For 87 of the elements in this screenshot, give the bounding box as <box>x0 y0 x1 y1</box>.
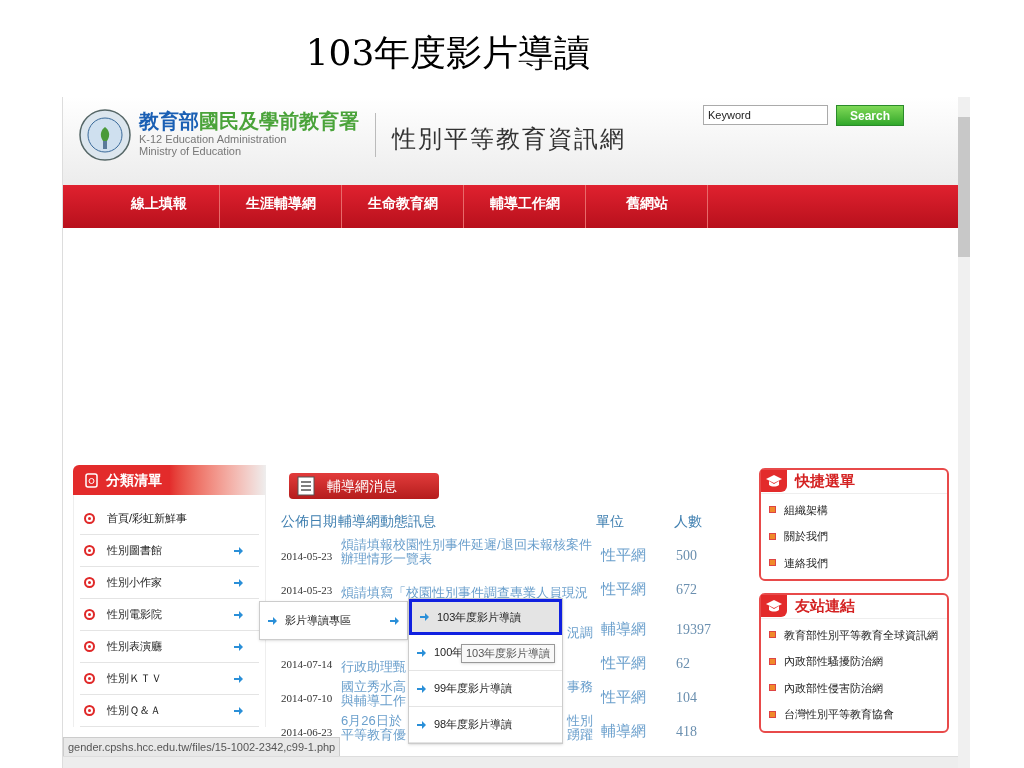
target-icon <box>84 577 95 588</box>
panel-title: 快捷選單 <box>795 471 855 491</box>
panel-link[interactable]: 內政部性騷擾防治網 <box>784 653 883 670</box>
arrow-icon <box>234 546 243 555</box>
count-cell-text: 62 <box>676 655 690 673</box>
target-icon <box>84 705 95 716</box>
unit-cell-text: 性平網 <box>601 686 647 707</box>
column-header: 輔導網動態訊息 <box>338 512 437 531</box>
nav-link[interactable]: 生命教育網 <box>342 185 464 228</box>
arrow-icon <box>417 684 426 693</box>
panel-link[interactable]: 組織架構 <box>784 501 828 518</box>
date-cell-text: 2014-07-14 <box>281 656 334 672</box>
column-header: 公佈日期 <box>281 512 338 531</box>
org-english-name: K-12 Education Administration <box>139 133 288 145</box>
tooltip: 103年度影片導讀 <box>461 644 556 663</box>
category-link[interactable]: 性別小作家 <box>107 574 234 591</box>
unit-cell-text: 輔導網 <box>601 618 647 639</box>
category-link[interactable]: 性別電影院 <box>107 606 234 623</box>
bullet-icon <box>769 710 776 718</box>
arrow-icon <box>390 616 399 625</box>
panel-link[interactable]: 連絡我們 <box>784 554 828 571</box>
slide-title: 103年度影片導讀 <box>305 30 591 75</box>
arrow-icon <box>234 706 243 715</box>
arrow-icon <box>234 642 243 651</box>
date-cell-text: 2014-05-23 <box>281 548 334 564</box>
target-icon <box>84 641 95 652</box>
date-cell-text: 2014-05-23 <box>281 582 334 598</box>
category-title: 分類清單 <box>106 470 162 490</box>
count-cell-text: 672 <box>676 581 697 599</box>
bullet-icon <box>769 684 776 692</box>
bullet-icon <box>769 559 776 567</box>
nav-link[interactable]: 線上填報 <box>98 185 220 228</box>
nav-link[interactable]: 輔導工作網 <box>464 185 586 228</box>
graduation-cap-icon <box>765 599 783 614</box>
notepad-icon <box>297 476 315 496</box>
column-header: 單位 <box>596 512 625 531</box>
org-name: 教育部國民及學前教育署 <box>139 109 359 133</box>
category-link[interactable]: 首頁/彩虹新鮮事 <box>107 510 259 527</box>
site-title: 性別平等教育資訊網 <box>392 124 626 154</box>
status-bar: gender.cpshs.hcc.edu.tw/files/15-1002-2342,c99-1.php <box>63 737 341 758</box>
count-cell-text: 418 <box>676 723 697 741</box>
panel-link[interactable]: 台灣性別平等教育協會 <box>784 706 894 723</box>
category-link[interactable]: 性別Ｑ＆Ａ <box>107 702 234 719</box>
menu-item[interactable]: 103年度影片導讀 <box>409 599 562 635</box>
category-link[interactable]: 性別圖書館 <box>107 542 234 559</box>
target-icon <box>84 609 95 620</box>
bullet-icon <box>769 657 776 665</box>
bullet-icon <box>769 532 776 540</box>
arrow-icon <box>268 616 277 625</box>
target-icon <box>84 513 95 524</box>
unit-cell-text: 性平網 <box>601 578 647 599</box>
arrow-icon <box>234 674 243 683</box>
category-link[interactable]: 性別表演廳 <box>107 638 234 655</box>
panel-link[interactable]: 教育部性別平等教育全球資訊網 <box>784 626 938 643</box>
logo-emblem <box>79 109 131 161</box>
arrow-icon <box>420 613 429 621</box>
menu-item[interactable]: 98年度影片導讀 <box>409 707 562 743</box>
count-cell-text: 19397 <box>676 621 711 639</box>
news-title: 輔導網消息 <box>327 476 397 496</box>
menu-item[interactable]: 影片導讀專區 <box>285 612 382 629</box>
keyword-field[interactable]: Keyword <box>703 105 828 125</box>
nav-link[interactable]: 生涯輔導網 <box>220 185 342 228</box>
bullet-icon <box>769 506 776 514</box>
category-link[interactable]: 性別ＫＴＶ <box>107 670 234 687</box>
target-icon <box>84 673 95 684</box>
unit-cell-text: 性平網 <box>601 544 647 565</box>
date-cell-text: 2014-07-10 <box>281 690 334 706</box>
arrow-icon <box>234 610 243 619</box>
count-cell-text: 104 <box>676 689 697 707</box>
bullet-icon <box>769 631 776 639</box>
document-icon <box>85 472 98 488</box>
arrow-icon <box>234 578 243 587</box>
arrow-icon <box>417 648 426 657</box>
panel-link[interactable]: 內政部性侵害防治網 <box>784 679 883 696</box>
date-cell-text: 2014-06-23 <box>281 724 334 740</box>
column-header: 人數 <box>674 512 702 531</box>
nav-link[interactable]: 舊網站 <box>586 185 708 228</box>
panel-link[interactable]: 關於我們 <box>784 528 828 545</box>
graduation-cap-icon <box>765 474 783 489</box>
org-english-name: Ministry of Education <box>139 145 243 157</box>
menu-item[interactable]: 99年度影片導讀 <box>409 671 562 707</box>
target-icon <box>84 545 95 556</box>
unit-cell-text: 輔導網 <box>601 720 647 741</box>
arrow-icon <box>417 720 426 729</box>
count-cell-text: 500 <box>676 547 697 565</box>
panel-title: 友站連結 <box>795 596 855 616</box>
unit-cell-text: 性平網 <box>601 652 647 673</box>
